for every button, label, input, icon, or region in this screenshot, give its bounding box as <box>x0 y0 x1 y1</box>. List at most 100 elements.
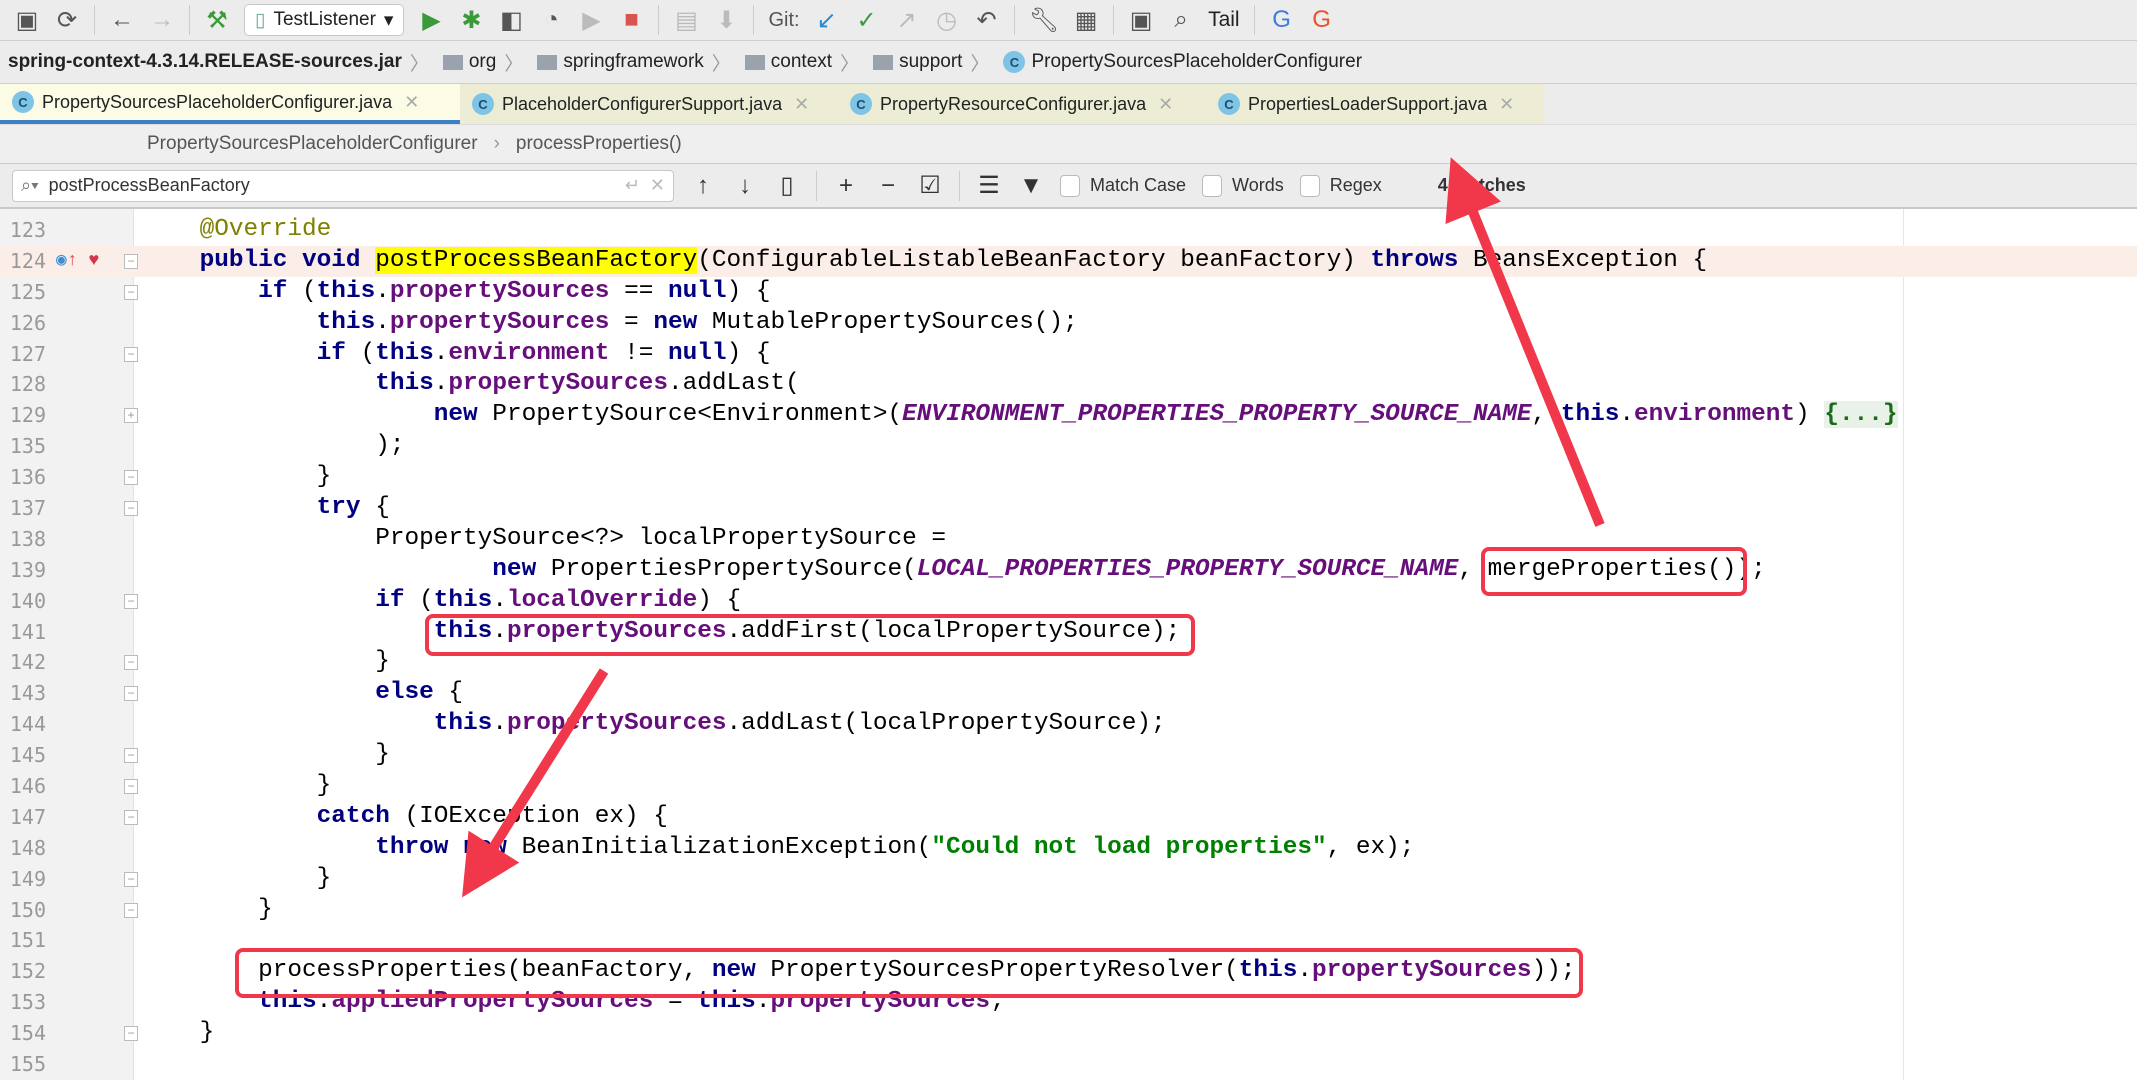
clear-icon[interactable]: ✕ <box>650 175 665 196</box>
stop-icon[interactable]: ■ <box>618 5 644 35</box>
code-line[interactable]: 123 @Override <box>0 215 2137 246</box>
close-icon[interactable]: ✕ <box>1499 94 1514 115</box>
code-line[interactable]: 144 this.propertySources.addLast(localPr… <box>0 709 2137 740</box>
fold-collapse-icon[interactable]: − <box>124 902 138 918</box>
fold-collapse-icon[interactable]: − <box>124 779 138 795</box>
line-number[interactable]: 139 <box>0 555 46 586</box>
code-editor[interactable]: 123 @Override 124 ◉↑ ♥ − public void postPr… <box>0 215 2137 1080</box>
fold-collapse-icon[interactable]: − <box>124 284 138 300</box>
save-icon[interactable]: ▣ <box>14 5 40 35</box>
code-line[interactable]: 138 PropertySource<?> localPropertySourc… <box>0 524 2137 555</box>
line-number[interactable]: 144 <box>0 709 46 740</box>
code-line[interactable]: 153 this.appliedPropertySources = this.p… <box>0 987 2137 1018</box>
code-line[interactable]: 137 − try { <box>0 493 2137 524</box>
fold-collapse-icon[interactable]: − <box>124 470 138 486</box>
crumb-org[interactable]: 〉 org <box>402 49 496 76</box>
code-line[interactable]: 126 this.propertySources = new MutablePr… <box>0 308 2137 339</box>
crumb-context[interactable]: 〉 context <box>704 49 832 76</box>
code-line[interactable]: 152 processProperties(beanFactory, new P… <box>0 956 2137 987</box>
fold-collapse-icon[interactable]: − <box>124 655 138 671</box>
remove-occurrence-icon[interactable]: − <box>875 171 901 201</box>
line-number[interactable]: 125 <box>0 277 46 308</box>
line-number[interactable]: 135 <box>0 431 46 462</box>
folded-code[interactable]: {...} <box>1824 401 1898 429</box>
newline-icon[interactable]: ↵ <box>625 175 640 196</box>
back-icon[interactable]: ← <box>109 5 135 35</box>
match-case-checkbox[interactable]: Match Case <box>1060 174 1186 197</box>
crumb-springframework[interactable]: 〉 springframework <box>496 49 703 76</box>
fold-expand-icon[interactable]: + <box>124 408 138 424</box>
crumb-jar[interactable]: spring-context-4.3.14.RELEASE-sources.ja… <box>8 51 402 73</box>
line-number[interactable]: 155 <box>0 1049 46 1080</box>
tab-properties-loader-support[interactable]: C PropertiesLoaderSupport.java ✕ <box>1206 84 1544 124</box>
code-line[interactable]: 139 new PropertiesPropertySource(LOCAL_P… <box>0 555 2137 586</box>
sync-icon[interactable]: ⟳ <box>54 5 80 35</box>
line-number[interactable]: 124 <box>0 246 46 277</box>
code-line[interactable]: 124 ◉↑ ♥ − public void postProcessBeanFact… <box>0 245 2137 277</box>
code-line[interactable]: 143 − else { <box>0 678 2137 709</box>
fold-collapse-icon[interactable]: − <box>124 809 138 825</box>
build-hammer-icon[interactable]: ⚒ <box>204 5 230 35</box>
line-number[interactable]: 147 <box>0 802 46 833</box>
line-number[interactable]: 138 <box>0 524 46 555</box>
line-number[interactable]: 137 <box>0 493 46 524</box>
tab-property-resource-configurer[interactable]: C PropertyResourceConfigurer.java ✕ <box>838 84 1206 124</box>
git-push-icon[interactable]: ↗ <box>894 5 920 35</box>
previous-match-icon[interactable]: ↑ <box>690 171 716 201</box>
line-number[interactable]: 154 <box>0 1018 46 1049</box>
line-number[interactable]: 142 <box>0 647 46 678</box>
next-match-icon[interactable]: ↓ <box>732 171 758 201</box>
run-config-select[interactable]: ▯ TestListener ▾ <box>244 4 405 36</box>
code-line[interactable]: 150 − } <box>0 895 2137 926</box>
fold-collapse-icon[interactable]: − <box>124 346 138 362</box>
search-input[interactable]: ⌕▾ postProcessBeanFactory ↵ ✕ <box>12 169 674 202</box>
structure-method[interactable]: processProperties() <box>516 133 682 155</box>
translate-icon[interactable]: G <box>1269 5 1295 35</box>
code-line[interactable]: 142 − } <box>0 647 2137 678</box>
deploy-icon[interactable]: ⬇ <box>713 5 739 35</box>
code-line[interactable]: 129 + new PropertySource<Environment>(ENV… <box>0 400 2137 431</box>
line-number[interactable]: 126 <box>0 308 46 339</box>
line-number[interactable]: 123 <box>0 215 46 246</box>
tail-button[interactable]: Tail <box>1208 8 1240 32</box>
line-number[interactable]: 136 <box>0 462 46 493</box>
coverage-icon[interactable]: ◧ <box>498 5 524 35</box>
debug-icon[interactable]: ✱ <box>458 5 484 35</box>
code-line[interactable]: 125 − if (this.propertySources == null) { <box>0 277 2137 308</box>
profile-icon[interactable]: ◔ <box>538 5 564 35</box>
code-line[interactable]: 136 − } <box>0 462 2137 493</box>
tab-property-sources-placeholder-configurer[interactable]: C PropertySourcesPlaceholderConfigurer.ja… <box>0 84 460 124</box>
fold-collapse-icon[interactable]: − <box>124 871 138 887</box>
terminal-icon[interactable]: ▣ <box>1128 5 1154 35</box>
settings-wrench-icon[interactable]: 🔧︎ <box>1029 5 1059 35</box>
line-number[interactable]: 150 <box>0 895 46 926</box>
code-line[interactable]: 135 ); <box>0 431 2137 462</box>
code-line[interactable]: 128 this.propertySources.addLast( <box>0 369 2137 400</box>
filter-icon[interactable]: ▼ <box>1018 171 1044 201</box>
translate-alt-icon[interactable]: G <box>1309 5 1335 35</box>
line-number[interactable]: 127 <box>0 339 46 370</box>
fold-collapse-icon[interactable]: − <box>124 748 138 764</box>
line-number[interactable]: 143 <box>0 678 46 709</box>
resume-icon[interactable]: ▶ <box>578 5 604 35</box>
close-icon[interactable]: ✕ <box>794 94 809 115</box>
crumb-class[interactable]: 〉 C PropertySourcesPlaceholderConfigurer <box>962 49 1362 76</box>
override-implement-icon[interactable]: ◉↑ ♥ <box>56 246 99 277</box>
line-number[interactable]: 145 <box>0 740 46 771</box>
tab-placeholder-configurer-support[interactable]: C PlaceholderConfigurerSupport.java ✕ <box>460 84 838 124</box>
in-selection-icon[interactable]: ☰ <box>976 171 1002 201</box>
run-icon[interactable]: ▶ <box>418 5 444 35</box>
fold-collapse-icon[interactable]: − <box>124 686 138 702</box>
code-line[interactable]: 155 <box>0 1049 2137 1080</box>
close-icon[interactable]: ✕ <box>404 92 419 113</box>
git-commit-icon[interactable]: ✓ <box>854 5 880 35</box>
crumb-support[interactable]: 〉 support <box>832 49 962 76</box>
code-line[interactable]: 147 − catch (IOException ex) { <box>0 802 2137 833</box>
code-line[interactable]: 141 this.propertySources.addFirst(localP… <box>0 617 2137 648</box>
close-icon[interactable]: ✕ <box>1158 94 1173 115</box>
fold-collapse-icon[interactable]: − <box>124 501 138 517</box>
line-number[interactable]: 146 <box>0 771 46 802</box>
line-number[interactable]: 128 <box>0 369 46 400</box>
fold-collapse-icon[interactable]: − <box>124 593 138 609</box>
line-number[interactable]: 152 <box>0 956 46 987</box>
